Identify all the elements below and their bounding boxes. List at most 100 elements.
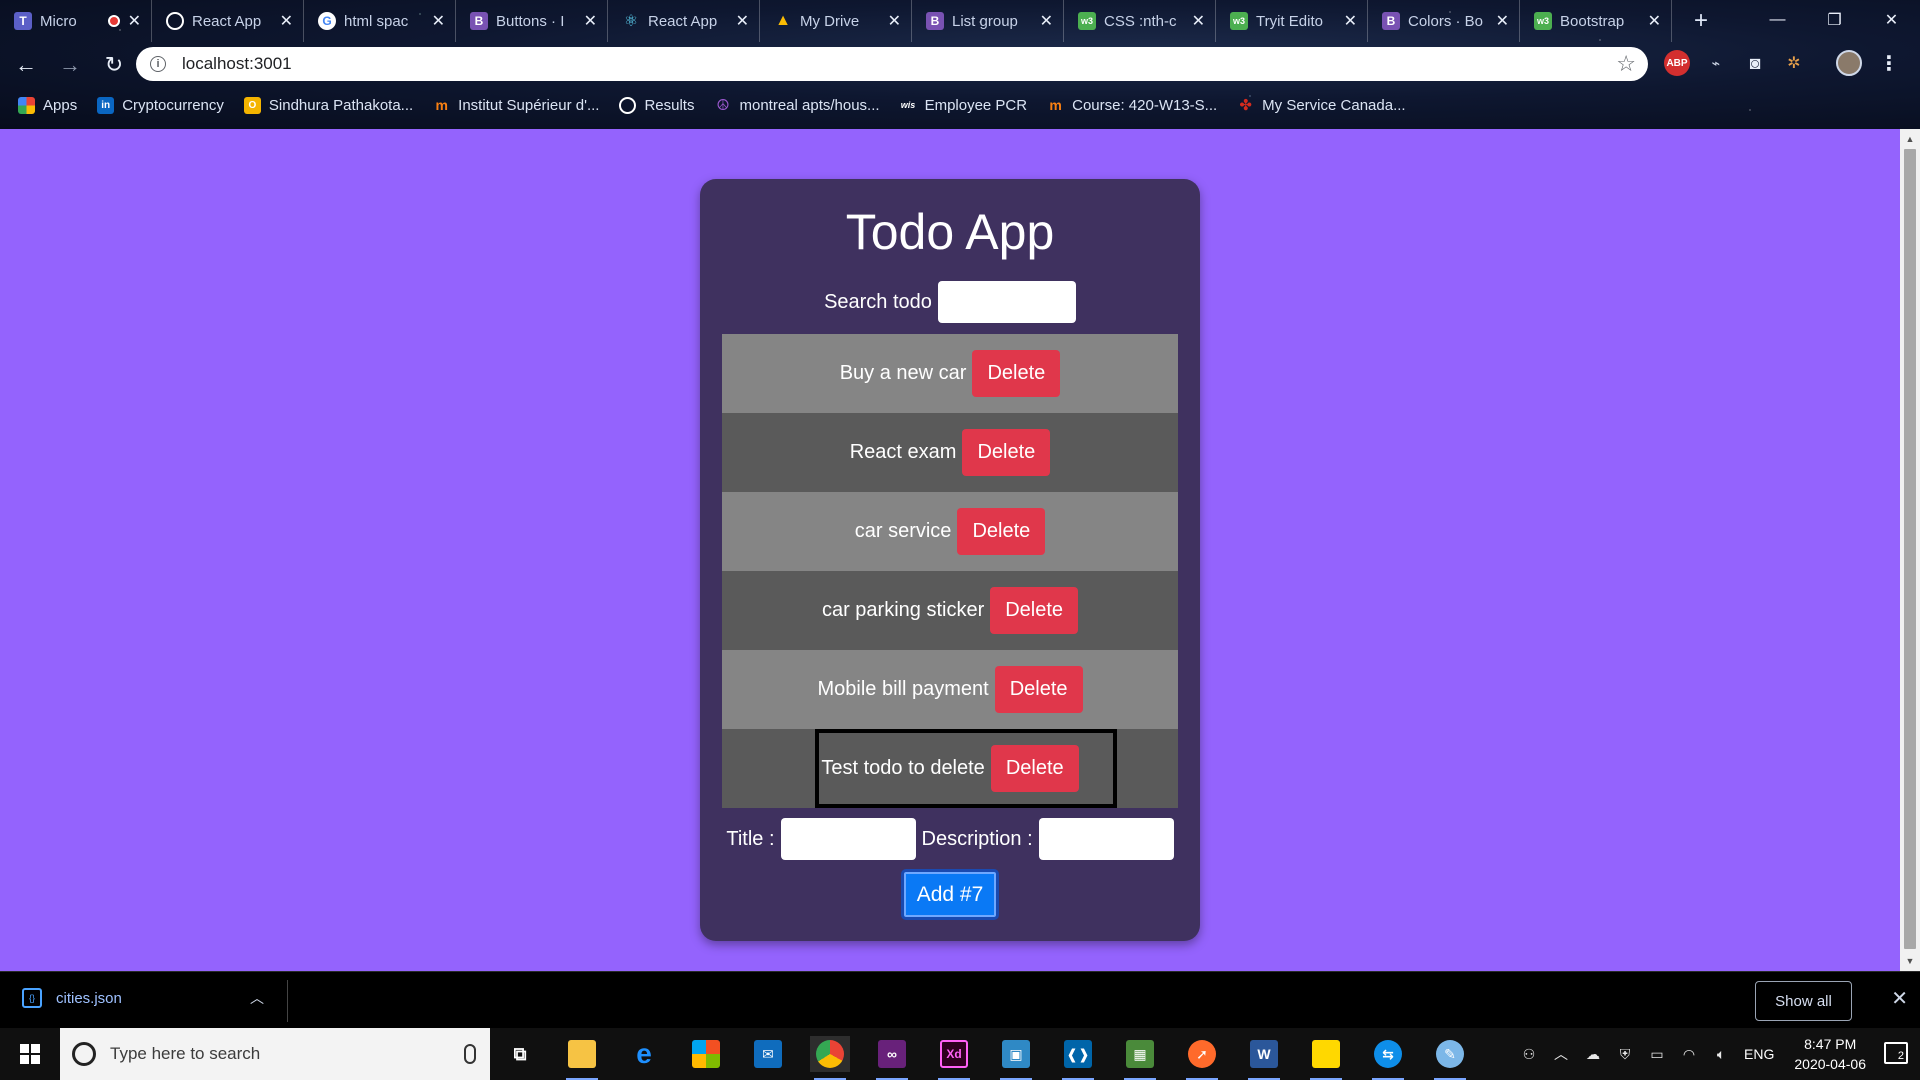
microphone-icon[interactable] xyxy=(464,1044,476,1064)
chevron-up-icon[interactable]: ︿ xyxy=(1552,1046,1570,1062)
react-icon: ⚛ xyxy=(623,13,639,30)
minimize-icon[interactable]: — xyxy=(1749,0,1806,40)
compass-icon[interactable]: ➚ xyxy=(1182,1036,1222,1080)
search-placeholder: Type here to search xyxy=(110,1044,261,1063)
close-tab-icon[interactable]: ✕ xyxy=(1648,11,1661,31)
bookmark-course[interactable]: m Course: 420-W13-S... xyxy=(1047,97,1217,114)
scroll-down-icon[interactable]: ▼ xyxy=(1900,953,1920,969)
bookmark-cryptocurrency[interactable]: in Cryptocurrency xyxy=(97,96,224,114)
store-icon[interactable] xyxy=(686,1036,726,1072)
description-input[interactable] xyxy=(1038,818,1174,860)
close-tab-icon[interactable]: ✕ xyxy=(1344,11,1357,31)
menu-kebab-icon[interactable]: ⋮ xyxy=(1876,50,1902,76)
wifi-icon[interactable]: ◠ xyxy=(1680,1046,1698,1062)
paint-icon[interactable]: ✎ xyxy=(1430,1036,1470,1080)
people-icon[interactable]: ⚇ xyxy=(1520,1046,1538,1062)
notification-center-icon[interactable]: 2 xyxy=(1884,1042,1908,1064)
bookmark-star-icon[interactable]: ☆ xyxy=(1616,51,1636,77)
edge-icon[interactable]: e xyxy=(624,1036,664,1072)
terminal-icon[interactable]: ▣ xyxy=(996,1036,1036,1080)
delete-button[interactable]: Delete xyxy=(990,745,1079,792)
chevron-up-icon[interactable]: ︿ xyxy=(250,988,264,1008)
close-tab-icon[interactable]: ✕ xyxy=(1496,11,1509,31)
volume-icon[interactable]: 🔈︎ xyxy=(1712,1046,1730,1062)
close-tab-icon[interactable]: ✕ xyxy=(584,11,597,31)
page-scrollbar[interactable]: ▲ ▼ xyxy=(1900,129,1920,971)
tab-html-space[interactable]: G html spac ✕ xyxy=(304,0,456,42)
extension-icon[interactable]: ⌁ xyxy=(1703,50,1729,76)
start-button[interactable] xyxy=(0,1028,60,1080)
new-tab-icon[interactable]: + xyxy=(1694,7,1708,35)
image-viewer-icon[interactable]: ▦ xyxy=(1120,1036,1160,1080)
restore-icon[interactable]: ❐ xyxy=(1806,0,1863,40)
adobe-xd-icon[interactable]: Xd xyxy=(934,1036,974,1080)
add-button[interactable]: Add #7 xyxy=(901,869,999,920)
visual-studio-icon[interactable]: ∞ xyxy=(872,1036,912,1080)
tab-react-app-2[interactable]: ⚛ React App ✕ xyxy=(608,0,760,42)
close-tab-icon[interactable]: ✕ xyxy=(432,11,445,31)
tab-my-drive[interactable]: ▲ My Drive ✕ xyxy=(760,0,912,42)
taskbar-search[interactable]: Type here to search xyxy=(60,1028,490,1080)
delete-button[interactable]: Delete xyxy=(962,429,1051,476)
tab-buttons[interactable]: B Buttons · I ✕ xyxy=(456,0,608,42)
delete-button[interactable]: Delete xyxy=(972,350,1061,397)
bookmark-employee-pcr[interactable]: wis Employee PCR xyxy=(900,97,1027,114)
show-all-button[interactable]: Show all xyxy=(1755,981,1852,1021)
camera-icon[interactable]: ◙ xyxy=(1742,50,1768,76)
extension-puzzle-icon[interactable]: ✲ xyxy=(1781,50,1807,76)
bookmark-results[interactable]: Results xyxy=(619,96,694,114)
back-icon[interactable]: ← xyxy=(8,47,44,83)
bookmark-sindhura[interactable]: O Sindhura Pathakota... xyxy=(243,96,413,114)
scroll-up-icon[interactable]: ▲ xyxy=(1900,131,1920,147)
task-view-icon[interactable]: ⧉ xyxy=(500,1036,540,1072)
delete-button[interactable]: Delete xyxy=(990,587,1079,634)
title-input[interactable] xyxy=(780,818,916,860)
vscode-icon[interactable]: ❰❱ xyxy=(1058,1036,1098,1080)
close-window-icon[interactable]: ✕ xyxy=(1863,0,1920,40)
close-tab-icon[interactable]: ✕ xyxy=(280,11,293,31)
tab-react-app[interactable]: React App ✕ xyxy=(152,0,304,42)
file-explorer-icon[interactable] xyxy=(562,1036,602,1080)
tab-colors[interactable]: B Colors · Bo ✕ xyxy=(1368,0,1520,42)
forward-icon[interactable]: → xyxy=(52,47,88,83)
site-info-icon[interactable]: i xyxy=(150,56,166,72)
close-tab-icon[interactable]: ✕ xyxy=(128,11,141,31)
tab-tryit-editor[interactable]: w3 Tryit Edito ✕ xyxy=(1216,0,1368,42)
profile-avatar[interactable] xyxy=(1836,50,1862,76)
language-indicator[interactable]: ENG xyxy=(1744,1046,1774,1062)
adblock-icon[interactable]: ABP xyxy=(1664,50,1690,76)
tab-css-nth[interactable]: w3 CSS :nth-c ✕ xyxy=(1064,0,1216,42)
onedrive-icon[interactable]: ☁ xyxy=(1584,1046,1602,1062)
battery-icon[interactable]: ▭ xyxy=(1648,1046,1666,1062)
security-icon[interactable]: ⛨ xyxy=(1616,1046,1634,1062)
tab-bootstrap[interactable]: w3 Bootstrap ✕ xyxy=(1520,0,1672,42)
scroll-thumb[interactable] xyxy=(1904,149,1916,949)
delete-button[interactable]: Delete xyxy=(957,508,1046,555)
bookmark-institut[interactable]: m Institut Supérieur d'... xyxy=(433,97,599,114)
highlight-box: Test todo to delete Delete xyxy=(815,729,1117,808)
delete-button[interactable]: Delete xyxy=(994,666,1083,713)
search-input[interactable] xyxy=(937,281,1076,323)
tab-list-group[interactable]: B List group ✕ xyxy=(912,0,1064,42)
close-icon[interactable]: ✕ xyxy=(1891,986,1908,1011)
bookmark-montreal[interactable]: ☮ montreal apts/hous... xyxy=(714,96,880,115)
address-bar[interactable]: i localhost:3001 ☆ xyxy=(136,47,1648,81)
linkedin-icon: in xyxy=(97,96,115,114)
clock[interactable]: 8:47 PM 2020-04-06 xyxy=(1794,1034,1866,1074)
close-tab-icon[interactable]: ✕ xyxy=(1040,11,1053,31)
reload-icon[interactable]: ↻ xyxy=(96,47,132,83)
chrome-icon[interactable] xyxy=(810,1036,850,1080)
mail-icon[interactable]: ✉ xyxy=(748,1036,788,1072)
teamviewer-icon[interactable]: ⇆ xyxy=(1368,1036,1408,1080)
close-tab-icon[interactable]: ✕ xyxy=(1192,11,1205,31)
tab-teams[interactable]: T Micro ✕ xyxy=(0,0,152,42)
sticky-notes-icon[interactable] xyxy=(1306,1036,1346,1080)
todo-item: car service Delete xyxy=(722,492,1178,571)
close-tab-icon[interactable]: ✕ xyxy=(888,11,901,31)
word-icon[interactable]: W xyxy=(1244,1036,1284,1080)
bookmark-apps[interactable]: Apps xyxy=(18,96,77,114)
bookmark-service-canada[interactable]: ✤ My Service Canada... xyxy=(1237,97,1405,115)
download-item[interactable]: {} cities.json xyxy=(22,988,122,1008)
bookmark-label: montreal apts/hous... xyxy=(739,96,880,114)
close-tab-icon[interactable]: ✕ xyxy=(736,11,749,31)
